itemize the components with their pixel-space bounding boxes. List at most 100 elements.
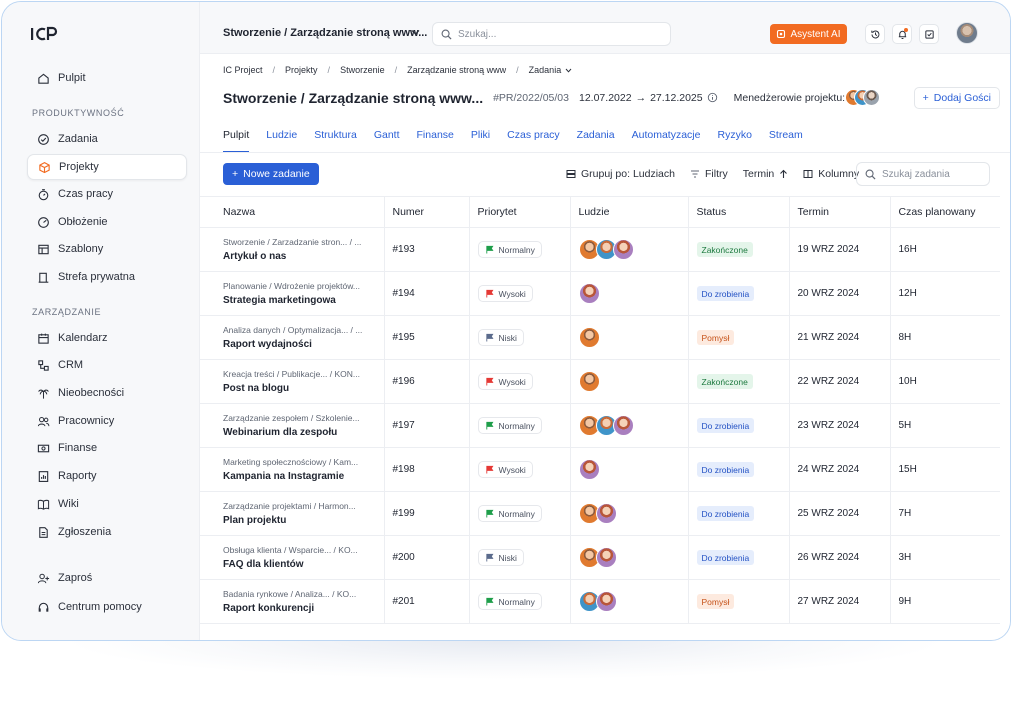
task-name[interactable]: Strategia marketingowa <box>223 295 384 306</box>
table-row[interactable]: Badania rynkowe / Analiza... / KO... Rapo… <box>200 579 1000 624</box>
cell-name[interactable]: Badania rynkowe / Analiza... / KO... Rapo… <box>200 579 385 624</box>
table-row[interactable]: Zarządzanie projektami / Harmon... Plan p… <box>200 491 1000 536</box>
people-avatars[interactable] <box>578 371 688 392</box>
priority-badge[interactable]: Normalny <box>477 505 542 522</box>
cell-name[interactable]: Obsługa klienta / Wsparcie... / KO... FAQ… <box>200 535 385 580</box>
breadcrumb-item[interactable]: Zarządzanie stroną www <box>407 65 506 75</box>
priority-badge[interactable]: Wysoki <box>477 461 533 478</box>
table-row[interactable]: Planowanie / Wdrożenie projektów... Strat… <box>200 271 1000 316</box>
status-badge[interactable]: Zakończone <box>696 374 753 389</box>
column-header-planned-time[interactable]: Czas planowany <box>890 196 1000 228</box>
people-avatars[interactable] <box>578 503 688 524</box>
sidebar-item-centrum-pomocy[interactable]: Centrum pomocy <box>27 594 187 620</box>
status-badge[interactable]: Do zrobienia <box>696 286 755 301</box>
column-header-people[interactable]: Ludzie <box>570 196 689 228</box>
tasks-button[interactable] <box>919 24 939 44</box>
people-avatars[interactable] <box>578 239 688 260</box>
status-badge[interactable]: Do zrobienia <box>696 550 755 565</box>
sidebar-item-crm[interactable]: CRM <box>27 352 187 378</box>
cell-name[interactable]: Kreacja treści / Publikacje... / KON... P… <box>200 359 385 404</box>
tab-finanse[interactable]: Finanse <box>417 129 454 153</box>
status-badge[interactable]: Do zrobienia <box>696 506 755 521</box>
priority-badge[interactable]: Normalny <box>477 417 542 434</box>
column-header-name[interactable]: Nazwa <box>200 196 385 228</box>
cell-name[interactable]: Stworzenie / Zarzadzanie stron... / ... A… <box>200 227 385 272</box>
tab-pulpit[interactable]: Pulpit <box>223 129 250 153</box>
priority-badge[interactable]: Niski <box>477 549 524 566</box>
tab-automatyzacje[interactable]: Automatyzacje <box>632 129 701 153</box>
tab-ludzie[interactable]: Ludzie <box>266 129 297 153</box>
status-badge[interactable]: Zakończone <box>696 242 753 257</box>
table-row[interactable]: Zarządzanie zespołem / Szkolenie... Webin… <box>200 403 1000 448</box>
people-avatars[interactable] <box>578 327 688 348</box>
chevron-down-icon[interactable] <box>411 29 420 36</box>
task-name[interactable]: Artykuł o nas <box>223 251 384 262</box>
sidebar-item-wiki[interactable]: Wiki <box>27 491 187 517</box>
status-badge[interactable]: Do zrobienia <box>696 462 755 477</box>
user-avatar[interactable] <box>956 22 978 44</box>
cell-name[interactable]: Zarządzanie zespołem / Szkolenie... Webin… <box>200 403 385 448</box>
column-header-number[interactable]: Numer <box>384 196 470 228</box>
cell-name[interactable]: Marketing społecznościowy / Kam... Kampan… <box>200 447 385 492</box>
sidebar-item-oblozenie[interactable]: Obłożenie <box>27 209 187 235</box>
people-avatars[interactable] <box>578 547 688 568</box>
table-row[interactable]: Kreacja treści / Publikacje... / KON... P… <box>200 359 1000 404</box>
project-selector[interactable]: Stworzenie / Zarządzanie stroną www... <box>223 27 427 39</box>
priority-badge[interactable]: Normalny <box>477 593 542 610</box>
tab-stream[interactable]: Stream <box>769 129 803 153</box>
cell-name[interactable]: Analiza danych / Optymalizacja... / ... R… <box>200 315 385 360</box>
sort-term-button[interactable]: Termin <box>743 168 789 180</box>
people-avatars[interactable] <box>578 591 688 612</box>
column-header-priority[interactable]: Priorytet <box>469 196 571 228</box>
task-name[interactable]: Kampania na Instagramie <box>223 471 384 482</box>
tab-struktura[interactable]: Struktura <box>314 129 357 153</box>
priority-badge[interactable]: Wysoki <box>477 285 533 302</box>
tab-zadania[interactable]: Zadania <box>577 129 615 153</box>
breadcrumb-item[interactable]: Projekty <box>285 65 318 75</box>
sidebar-item-zgloszenia[interactable]: Zgłoszenia <box>27 519 187 545</box>
breadcrumb-current[interactable]: Zadania <box>529 65 573 75</box>
priority-badge[interactable]: Wysoki <box>477 373 533 390</box>
notifications-button[interactable] <box>892 24 912 44</box>
sidebar-item-czas-pracy[interactable]: Czas pracy <box>27 181 187 207</box>
column-header-status[interactable]: Status <box>688 196 790 228</box>
columns-button[interactable]: Kolumny <box>803 168 859 180</box>
table-row[interactable]: Obsługa klienta / Wsparcie... / KO... FAQ… <box>200 535 1000 580</box>
sidebar-item-szablony[interactable]: Szablony <box>27 236 187 262</box>
cell-name[interactable]: Zarządzanie projektami / Harmon... Plan p… <box>200 491 385 536</box>
sidebar-item-pulpit[interactable]: Pulpit <box>27 65 187 91</box>
cell-name[interactable]: Planowanie / Wdrożenie projektów... Strat… <box>200 271 385 316</box>
sidebar-item-raporty[interactable]: Raporty <box>27 463 187 489</box>
tab-gantt[interactable]: Gantt <box>374 129 400 153</box>
priority-badge[interactable]: Normalny <box>477 241 542 258</box>
task-search-input[interactable]: Szukaj zadania <box>856 162 990 186</box>
breadcrumb-item[interactable]: Stworzenie <box>340 65 385 75</box>
sidebar-item-zapros[interactable]: Zaproś <box>27 565 187 591</box>
add-guests-button[interactable]: + Dodaj Gości <box>913 87 1000 109</box>
column-header-term[interactable]: Termin <box>789 196 891 228</box>
task-name[interactable]: Post na blogu <box>223 383 384 394</box>
sidebar-item-projekty[interactable]: Projekty <box>27 154 187 180</box>
people-avatars[interactable] <box>578 459 688 480</box>
table-row[interactable]: Stworzenie / Zarzadzanie stron... / ... A… <box>200 227 1000 272</box>
filters-button[interactable]: Filtry <box>690 168 728 180</box>
sidebar-item-finanse[interactable]: Finanse <box>27 435 187 461</box>
managers-avatars[interactable] <box>845 89 881 106</box>
people-avatars[interactable] <box>578 283 688 304</box>
group-by-button[interactable]: Grupuj po: Ludziach <box>566 168 675 180</box>
new-task-button[interactable]: + Nowe zadanie <box>223 163 319 185</box>
status-badge[interactable]: Pomysł <box>696 594 735 609</box>
tab-ryzyko[interactable]: Ryzyko <box>717 129 751 153</box>
task-name[interactable]: Webinarium dla zespołu <box>223 427 384 438</box>
sidebar-item-kalendarz[interactable]: Kalendarz <box>27 325 187 351</box>
tab-pliki[interactable]: Pliki <box>471 129 490 153</box>
ai-assistant-button[interactable]: Asystent AI <box>770 24 847 44</box>
sidebar-item-pracownicy[interactable]: Pracownicy <box>27 408 187 434</box>
sidebar-item-nieobecnosci[interactable]: Nieobecności <box>27 380 187 406</box>
task-name[interactable]: Plan projektu <box>223 515 384 526</box>
tab-czas-pracy[interactable]: Czas pracy <box>507 129 560 153</box>
people-avatars[interactable] <box>578 415 688 436</box>
table-row[interactable]: Analiza danych / Optymalizacja... / ... R… <box>200 315 1000 360</box>
status-badge[interactable]: Pomysł <box>696 330 735 345</box>
task-name[interactable]: Raport konkurencji <box>223 603 384 614</box>
